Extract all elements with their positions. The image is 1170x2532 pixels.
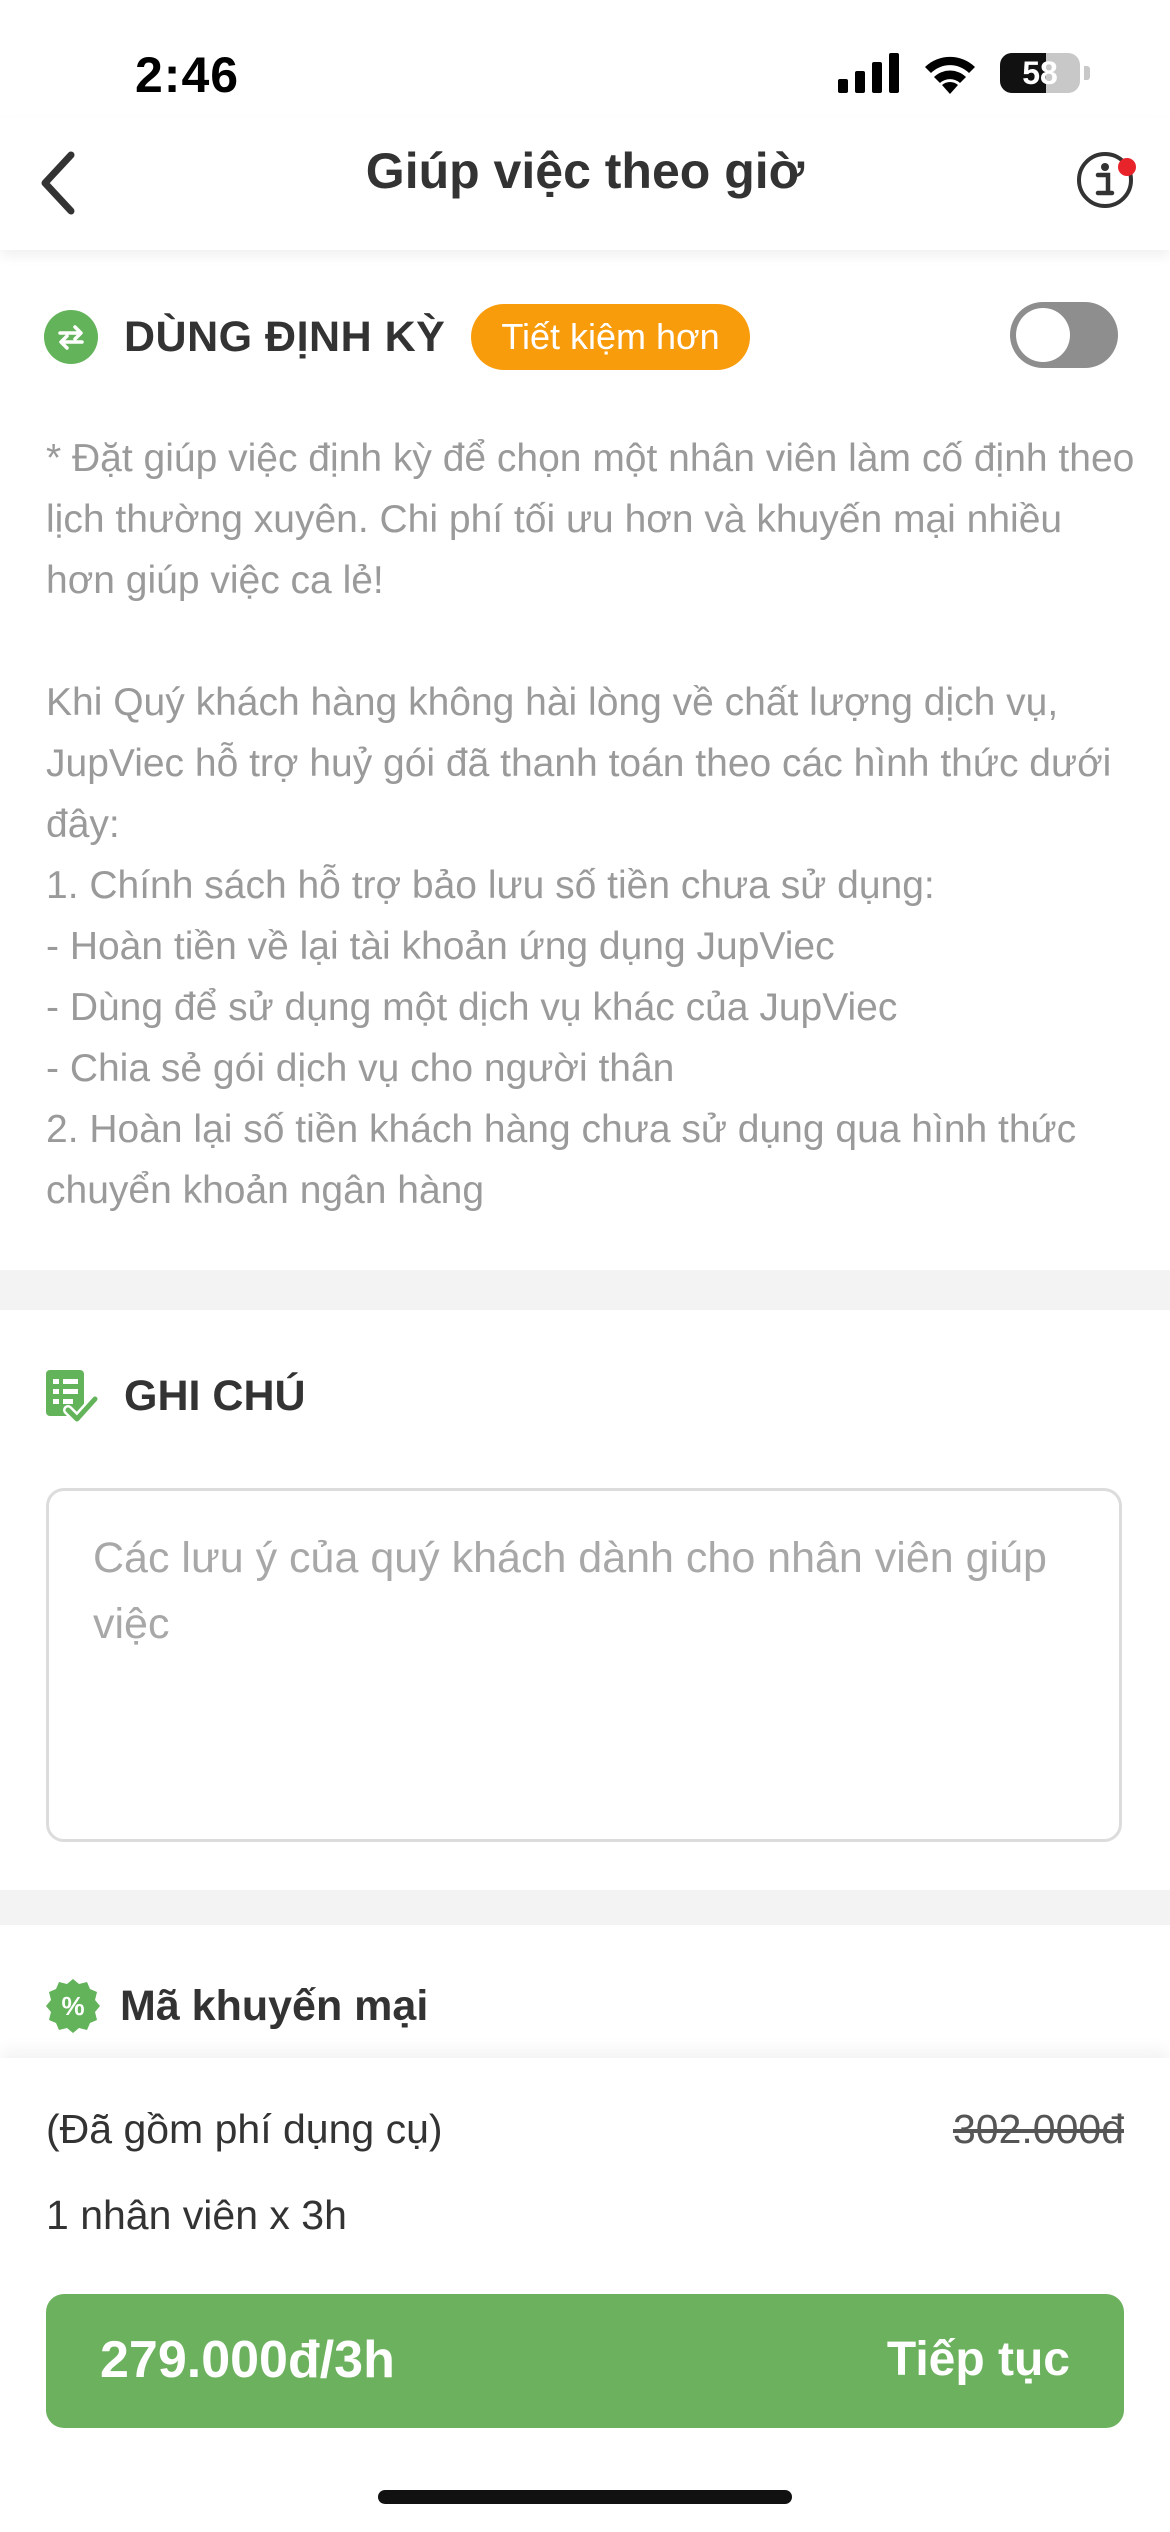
notification-dot (1118, 158, 1136, 176)
promo-icon-glyph: % (61, 1991, 84, 2021)
note-input[interactable] (46, 1488, 1122, 1842)
recurring-title: DÙNG ĐỊNH KỲ (124, 312, 446, 361)
save-badge: Tiết kiệm hơn (471, 304, 750, 370)
status-icons: 58 (838, 52, 1090, 94)
recurring-description: * Đặt giúp việc định kỳ để chọn một nhân… (46, 428, 1136, 1221)
page-title: Giúp việc theo giờ (365, 143, 805, 199)
recurring-section: DÙNG ĐỊNH KỲ Tiết kiệm hơn * Đặt giúp vi… (0, 250, 1170, 1270)
status-time: 2:46 (135, 47, 240, 103)
recurring-header: DÙNG ĐỊNH KỲ Tiết kiệm hơn (44, 304, 750, 370)
continue-label: Tiếp tục (886, 2333, 1070, 2386)
promo-section[interactable]: % Mã khuyến mại (0, 1925, 1170, 2060)
note-section: GHI CHÚ (0, 1310, 1170, 1890)
total-price: 279.000đ/3h (100, 2331, 395, 2389)
toggle-knob (1016, 308, 1070, 362)
recurring-desc-line: * Đặt giúp việc định kỳ để chọn một nhân… (46, 437, 1135, 602)
section-divider (0, 1890, 1170, 1925)
recurring-desc-line: 2. Hoàn lại số tiền khách hàng chưa sử d… (46, 1108, 1077, 1212)
fee-note: (Đã gồm phí dụng cụ) (46, 2106, 443, 2152)
battery-icon: 58 (1000, 53, 1080, 93)
home-indicator (378, 2490, 792, 2504)
bottom-summary-panel: (Đã gồm phí dụng cụ) 302.000đ 1 nhân viê… (0, 2058, 1170, 2532)
info-button[interactable] (1070, 140, 1140, 220)
recurring-desc-line: 1. Chính sách hỗ trợ bảo lưu số tiền chư… (46, 864, 935, 907)
recurring-desc-line: - Chia sẻ gói dịch vụ cho người thân (46, 1047, 675, 1090)
promo-title: Mã khuyến mại (120, 1981, 429, 2030)
note-check-icon (46, 1370, 98, 1424)
promo-header[interactable]: % Mã khuyến mại (44, 1977, 428, 2035)
signal-icon (838, 53, 899, 93)
note-title: GHI CHÚ (124, 1371, 306, 1420)
promo-badge-icon: % (46, 1979, 100, 2033)
repeat-icon (44, 310, 98, 364)
battery-percent: 58 (1022, 54, 1058, 91)
staff-hours-info: 1 nhân viên x 3h (46, 2192, 347, 2238)
recurring-desc-line: Khi Quý khách hàng không hài lòng về chấ… (46, 681, 1112, 846)
recurring-desc-line: - Dùng để sử dụng một dịch vụ khác của J… (46, 986, 898, 1029)
note-header: GHI CHÚ (44, 1368, 306, 1424)
continue-button[interactable]: 279.000đ/3h Tiếp tục (46, 2294, 1124, 2428)
nav-bar: Giúp việc theo giờ (0, 118, 1170, 250)
wifi-icon (925, 56, 975, 94)
section-divider (0, 1270, 1170, 1310)
recurring-toggle[interactable] (1010, 302, 1118, 368)
original-price: 302.000đ (952, 2106, 1124, 2152)
recurring-desc-line: - Hoàn tiền về lại tài khoản ứng dụng Ju… (46, 925, 835, 968)
battery-cap (1084, 66, 1090, 80)
